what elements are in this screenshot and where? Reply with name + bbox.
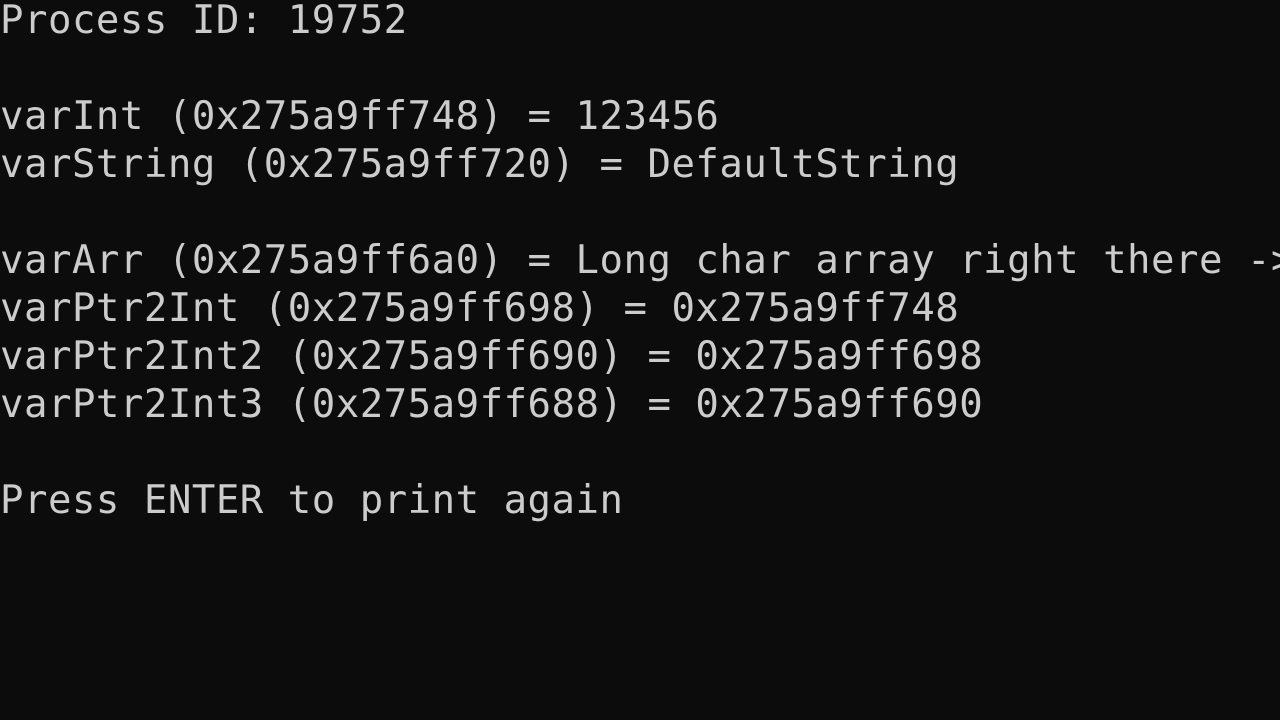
var-string-line: varString (0x275a9ff720) = DefaultString [0,142,960,187]
prompt-line: Press ENTER to print again [0,478,624,523]
var-arr-line: varArr (0x275a9ff6a0) = Long char array … [0,238,1280,283]
var-ptr2int-line: varPtr2Int (0x275a9ff698) = 0x275a9ff748 [0,286,960,331]
var-ptr2int2-line: varPtr2Int2 (0x275a9ff690) = 0x275a9ff69… [0,334,984,379]
process-id-line: Process ID: 19752 [0,0,408,43]
var-ptr2int3-line: varPtr2Int3 (0x275a9ff688) = 0x275a9ff69… [0,382,984,427]
var-int-line: varInt (0x275a9ff748) = 123456 [0,94,720,139]
console-window[interactable]: Process ID: 19752 varInt (0x275a9ff748) … [0,0,1280,720]
